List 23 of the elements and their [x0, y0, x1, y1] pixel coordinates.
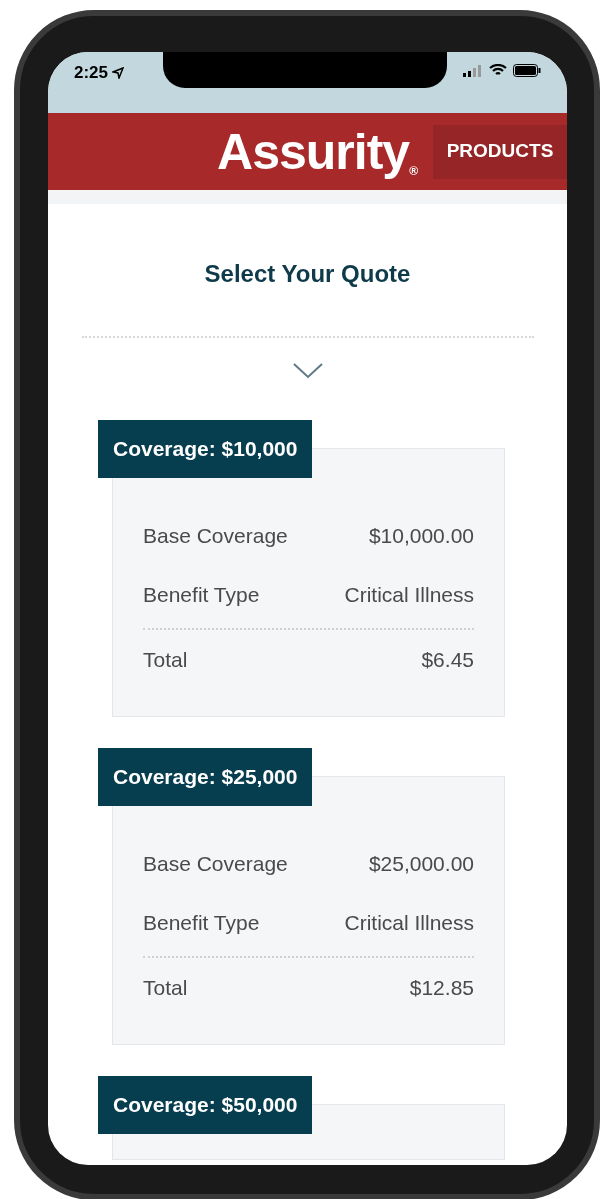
total-value: $6.45 — [421, 647, 474, 674]
row-value: Critical Illness — [344, 581, 474, 608]
row-value: $25,000.00 — [368, 850, 474, 877]
row-value: Critical Illness — [344, 909, 474, 936]
total-label: Total — [143, 975, 188, 1002]
total-label: Total — [143, 647, 188, 674]
coverage-label: Coverage: $50,000 — [98, 1076, 313, 1134]
battery-icon — [513, 64, 541, 77]
location-arrow-icon — [112, 66, 125, 79]
row-label: Benefit Type — [143, 909, 260, 936]
status-time: 2:25 — [74, 62, 109, 84]
wifi-icon — [489, 64, 507, 77]
total-value: $12.85 — [409, 975, 474, 1002]
row-label: Base Coverage — [143, 850, 288, 877]
chevron-down-icon[interactable] — [292, 363, 323, 379]
row-value: $10,000.00 — [368, 522, 474, 549]
products-menu-button[interactable]: PRODUCTS — [433, 124, 567, 179]
signal-icon — [463, 64, 483, 77]
page-title: Select Your Quote — [204, 259, 411, 289]
row-label: Base Coverage — [143, 522, 288, 549]
coverage-label: Coverage: $10,000 — [98, 420, 313, 478]
coverage-label: Coverage: $25,000 — [98, 748, 313, 806]
row-label: Benefit Type — [143, 581, 260, 608]
